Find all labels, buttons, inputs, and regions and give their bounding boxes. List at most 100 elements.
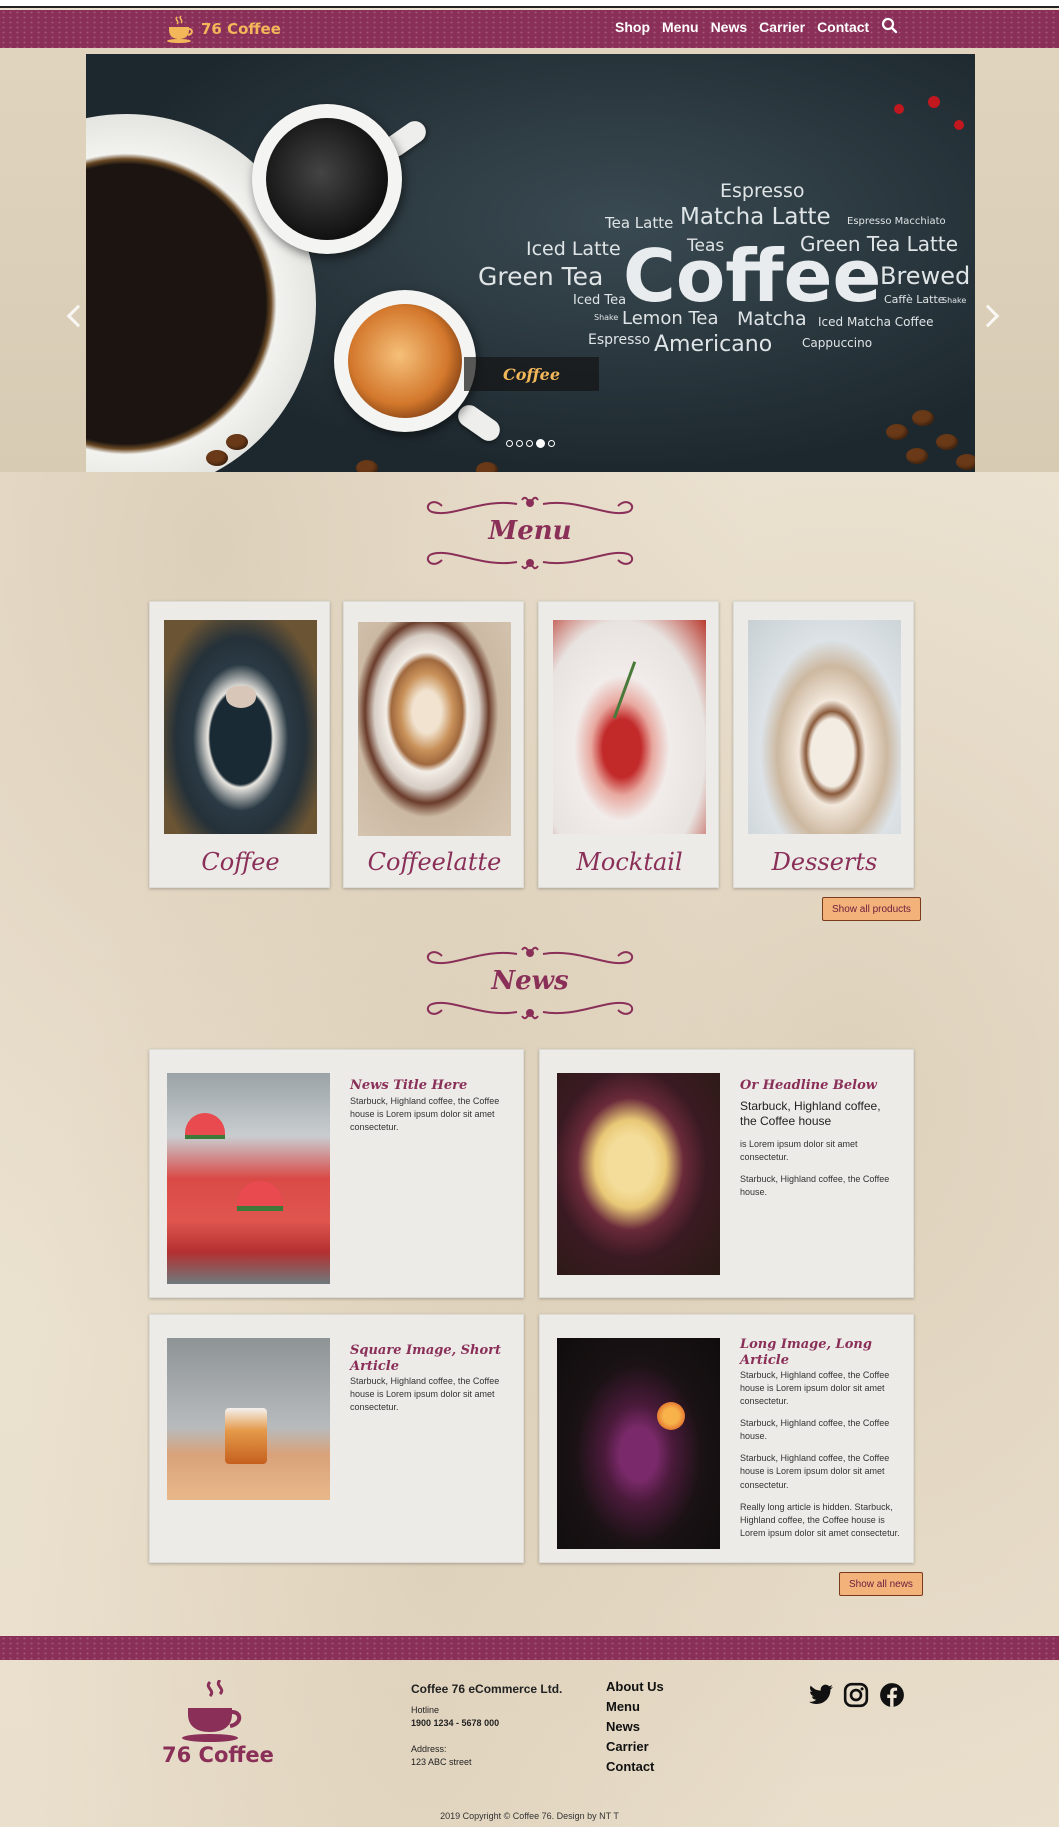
word-shake-right: Shake <box>942 296 967 305</box>
news-title[interactable]: News Title Here <box>350 1078 510 1094</box>
news-card[interactable]: Long Image, Long Article Starbuck, Highl… <box>539 1314 914 1563</box>
coffee-bean <box>906 448 928 464</box>
menu-card-label: Coffee <box>201 848 280 876</box>
nav-news[interactable]: News <box>711 19 748 35</box>
twitter-icon[interactable] <box>808 1682 834 1708</box>
orange-slice <box>657 1402 685 1430</box>
coffee-cherry <box>894 104 904 114</box>
watermelon-drink-photo <box>167 1073 330 1284</box>
watermelon-slice <box>237 1181 283 1211</box>
show-all-news-button[interactable]: Show all news <box>839 1572 923 1596</box>
news-title[interactable]: Long Image, Long Article <box>740 1337 900 1368</box>
instagram-icon[interactable] <box>843 1682 869 1708</box>
footer-link-about[interactable]: About Us <box>606 1679 664 1694</box>
word-green-tea: Green Tea <box>478 262 604 291</box>
menu-card-coffee[interactable]: Coffee <box>149 601 330 888</box>
carousel-indicators <box>506 439 555 448</box>
brand-logo[interactable]: 76 Coffee <box>165 14 281 44</box>
word-lemon-tea: Lemon Tea <box>622 308 719 329</box>
coffee-bean <box>206 450 228 466</box>
coffee-bean <box>356 460 378 472</box>
cocktail-glass <box>225 1408 267 1464</box>
indicator-dot-2[interactable] <box>516 440 523 447</box>
news-section-title: News <box>422 938 638 1028</box>
smoked-cocktail-photo <box>167 1338 330 1500</box>
menu-card-label: Mocktail <box>576 848 683 876</box>
news-paragraph: Starbuck, Highland coffee, the Coffee ho… <box>740 1370 890 1407</box>
black-coffee-cup-image <box>252 104 402 254</box>
menu-card-coffeelatte[interactable]: Coffeelatte <box>343 601 524 888</box>
nav-shop[interactable]: Shop <box>615 19 650 35</box>
news-card[interactable]: Or Headline Below Starbuck, Highland cof… <box>539 1049 914 1298</box>
word-iced-latte: Iced Latte <box>526 238 621 260</box>
slide-caption: Coffee <box>464 357 599 391</box>
footer: 76 Coffee Coffee 76 eCommerce Ltd. Hotli… <box>0 1660 1059 1827</box>
footer-links: About Us Menu News Carrier Contact <box>606 1679 664 1774</box>
hero-slide: Espresso Tea Latte Matcha Latte Espresso… <box>86 54 975 472</box>
news-paragraph: Really long article is hidden. Starbuck,… <box>740 1501 900 1538</box>
word-matcha-latte: Matcha Latte <box>680 204 831 230</box>
news-title[interactable]: Square Image, Short Article <box>350 1343 510 1374</box>
coffee-bean <box>936 434 958 450</box>
footer-hotline[interactable]: 1900 1234 - 5678 000 <box>411 1718 499 1728</box>
news-subtitle: Starbuck, Highland coffee, the Coffee ho… <box>740 1098 881 1128</box>
latte-art <box>226 686 256 708</box>
news-card[interactable]: Square Image, Short Article Starbuck, Hi… <box>149 1314 524 1563</box>
news-text: News Title Here Starbuck, Highland coffe… <box>350 1078 510 1134</box>
nav-menu[interactable]: Menu <box>662 19 699 35</box>
slide-caption-text: Coffee <box>503 364 560 384</box>
top-border <box>0 0 1059 8</box>
news-paragraph: Starbuck, Highland coffee, the Coffee ho… <box>350 1376 500 1413</box>
word-caffe-latte: Caffè Latte <box>884 293 945 306</box>
indicator-dot-5[interactable] <box>548 440 555 447</box>
menu-section-title: Menu <box>422 488 638 578</box>
news-paragraph: Starbuck, Highland coffee, the Coffee ho… <box>740 1418 890 1442</box>
latte-cup-image <box>334 290 476 432</box>
footer-brand-name: 76 Coffee <box>162 1743 274 1767</box>
menu-card-label: Desserts <box>771 848 878 876</box>
word-matcha: Matcha <box>737 308 807 330</box>
menu-card-mocktail[interactable]: Mocktail <box>538 601 719 888</box>
coffee-bean <box>226 434 248 450</box>
footer-link-carrier[interactable]: Carrier <box>606 1739 664 1754</box>
coffee-cherry <box>954 120 964 130</box>
brand-name: 76 Coffee <box>201 20 281 38</box>
word-espresso-2: Espresso <box>588 332 651 348</box>
footer-link-news[interactable]: News <box>606 1719 664 1734</box>
watermelon-slice <box>185 1113 225 1139</box>
berry-cocktail-photo <box>557 1338 720 1549</box>
lemonade-drink-photo <box>557 1073 720 1275</box>
show-all-products-button[interactable]: Show all products <box>822 897 921 921</box>
coffee-photo <box>164 620 317 834</box>
word-tea-latte: Tea Latte <box>605 214 674 232</box>
nav-contact[interactable]: Contact <box>817 19 869 35</box>
news-text: Long Image, Long Article Starbuck, Highl… <box>740 1337 900 1540</box>
mocktail-photo <box>553 620 706 834</box>
word-espresso: Espresso <box>720 180 805 202</box>
word-cappuccino: Cappuccino <box>802 336 873 350</box>
footer-link-menu[interactable]: Menu <box>606 1699 664 1714</box>
facebook-icon[interactable] <box>879 1682 905 1708</box>
footer-company: Coffee 76 eCommerce Ltd. <box>411 1682 563 1696</box>
carousel-next-icon[interactable] <box>976 304 1000 328</box>
rosemary-garnish <box>612 661 637 719</box>
cup-handle <box>453 400 505 446</box>
footer-link-contact[interactable]: Contact <box>606 1759 664 1774</box>
news-paragraph: Starbuck, Highland coffee, the Coffee ho… <box>740 1173 890 1197</box>
word-brewed: Brewed <box>880 262 971 290</box>
coffee-bean <box>956 454 975 470</box>
news-text: Square Image, Short Article Starbuck, Hi… <box>350 1343 510 1414</box>
indicator-dot-4[interactable] <box>536 439 545 448</box>
menu-card-label: Coffeelatte <box>367 848 502 876</box>
hero-carousel: Espresso Tea Latte Matcha Latte Espresso… <box>0 48 1059 472</box>
indicator-dot-3[interactable] <box>526 440 533 447</box>
news-title[interactable]: Or Headline Below <box>740 1078 900 1094</box>
indicator-dot-1[interactable] <box>506 440 513 447</box>
news-card[interactable]: News Title Here Starbuck, Highland coffe… <box>149 1049 524 1298</box>
news-paragraph: Starbuck, Highland coffee, the Coffee ho… <box>740 1453 890 1490</box>
word-iced-tea: Iced Tea <box>573 293 627 308</box>
search-icon[interactable] <box>880 16 900 36</box>
copyright: 2019 Copyright © Coffee 76. Design by NT… <box>440 1811 619 1821</box>
nav-carrier[interactable]: Carrier <box>759 19 805 35</box>
menu-card-desserts[interactable]: Desserts <box>733 601 914 888</box>
